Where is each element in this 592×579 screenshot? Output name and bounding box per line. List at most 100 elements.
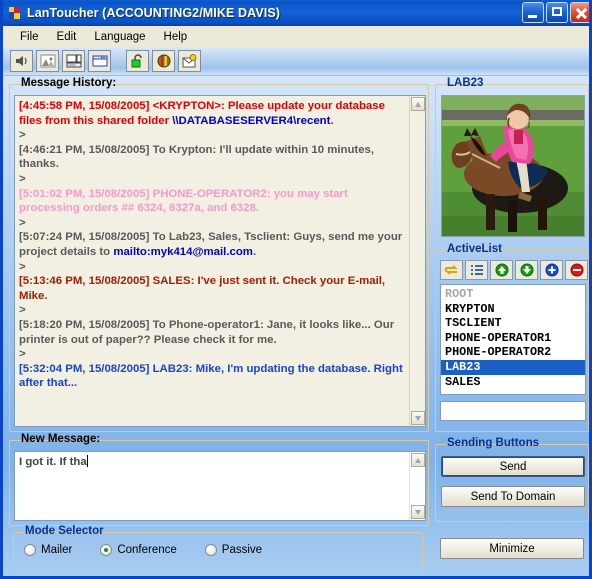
history-message-text: > bbox=[19, 172, 26, 185]
send-button[interactable]: Send bbox=[441, 456, 585, 477]
minimize-button[interactable]: Minimize bbox=[440, 538, 584, 559]
move-down-icon[interactable] bbox=[515, 260, 538, 280]
history-message-link[interactable]: mailto:myk414@mail.com bbox=[113, 246, 253, 258]
history-message: > bbox=[19, 128, 405, 143]
title-bar: LanToucher (ACCOUNTING2/MIKE DAVIS) bbox=[3, 0, 589, 26]
window-controls bbox=[522, 2, 589, 23]
open-padlock-icon[interactable] bbox=[126, 50, 149, 72]
menu-item-language[interactable]: Language bbox=[85, 29, 154, 45]
history-message-text: [5:32:04 PM, 15/08/2005] LAB23: Mike, I'… bbox=[19, 362, 403, 390]
remove-minus-icon[interactable] bbox=[565, 260, 588, 280]
new-message-input[interactable]: I got it. If tha bbox=[15, 452, 409, 520]
scroll-down-arrow-icon[interactable] bbox=[410, 411, 425, 425]
scroll-up-arrow-icon[interactable] bbox=[410, 97, 425, 111]
window-title: LanToucher (ACCOUNTING2/MIKE DAVIS) bbox=[27, 6, 281, 20]
active-list-item[interactable]: SALES bbox=[441, 375, 585, 390]
message-history-box[interactable]: [4:45:58 PM, 15/08/2005] <KRYPTON>: Plea… bbox=[14, 95, 426, 427]
history-message: > bbox=[19, 303, 405, 318]
active-list-item[interactable]: ROOT bbox=[441, 287, 585, 302]
new-message-label: New Message: bbox=[21, 433, 101, 445]
application-window: LanToucher (ACCOUNTING2/MIKE DAVIS) File… bbox=[0, 0, 592, 579]
history-message: [5:13:46 PM, 15/08/2005] SALES: I've jus… bbox=[19, 274, 405, 303]
history-message: [4:46:21 PM, 15/08/2005] To Krypton: I'l… bbox=[19, 143, 405, 172]
history-message: [5:18:20 PM, 15/08/2005] To Phone-operat… bbox=[19, 318, 405, 347]
menu-item-file[interactable]: File bbox=[11, 29, 48, 45]
send-button-label: Send bbox=[499, 460, 527, 473]
history-scrollbar[interactable] bbox=[409, 96, 425, 426]
active-list-item[interactable]: PHONE-OPERATOR1 bbox=[441, 331, 585, 346]
mail-envelope-icon[interactable] bbox=[178, 50, 201, 72]
send-to-domain-button[interactable]: Send To Domain bbox=[441, 486, 585, 507]
history-message-text: > bbox=[19, 304, 26, 317]
radio-label-mailer: Mailer bbox=[41, 544, 73, 556]
new-message-group: New Message: I got it. If tha bbox=[9, 433, 429, 526]
new-message-value: I got it. If tha bbox=[19, 456, 87, 468]
color-circle-icon[interactable] bbox=[152, 50, 175, 72]
history-message-text: [5:18:20 PM, 15/08/2005] To Phone-operat… bbox=[19, 318, 395, 346]
send-to-domain-button-label: Send To Domain bbox=[470, 490, 556, 503]
minimize-button-label: Minimize bbox=[489, 542, 535, 555]
history-message-text: [5:13:46 PM, 15/08/2005] SALES: I've jus… bbox=[19, 275, 386, 302]
maximize-icon[interactable] bbox=[546, 2, 568, 23]
active-list-input[interactable] bbox=[440, 401, 586, 421]
active-list-item[interactable]: LAB23 bbox=[441, 359, 585, 375]
sending-buttons-label: Sending Buttons bbox=[447, 437, 539, 449]
active-list-label: ActiveList bbox=[447, 243, 502, 255]
move-up-icon[interactable] bbox=[490, 260, 513, 280]
history-message-text: [5:01:02 PM, 15/08/2005] PHONE-OPERATOR2… bbox=[19, 187, 348, 215]
image-picture-icon[interactable] bbox=[36, 50, 59, 72]
history-message-text: > bbox=[19, 129, 26, 142]
list-view-icon[interactable] bbox=[465, 260, 488, 280]
new-message-box[interactable]: I got it. If tha bbox=[14, 451, 426, 521]
history-message: [4:45:58 PM, 15/08/2005] <KRYPTON>: Plea… bbox=[19, 99, 405, 128]
refresh-arrows-icon[interactable] bbox=[440, 260, 463, 280]
radio-dot-conference bbox=[100, 544, 113, 556]
mode-selector-radios: Mailer Conference Passive bbox=[24, 544, 262, 556]
avatar bbox=[441, 95, 585, 237]
message-history-group: Message History: [4:45:58 PM, 15/08/2005… bbox=[9, 77, 429, 432]
menu-item-help[interactable]: Help bbox=[155, 29, 197, 45]
speaker-sound-icon[interactable] bbox=[10, 50, 33, 72]
active-list-item[interactable]: TSCLIENT bbox=[441, 316, 585, 331]
active-list-item[interactable]: PHONE-OPERATOR2 bbox=[441, 345, 585, 360]
history-message-text: [4:46:21 PM, 15/08/2005] To Krypton: I'l… bbox=[19, 143, 375, 171]
contact-panel-group: LAB23 bbox=[435, 77, 589, 242]
computer-monitor-icon[interactable] bbox=[62, 50, 85, 72]
radio-label-passive: Passive bbox=[221, 544, 263, 556]
minimize-icon[interactable] bbox=[522, 2, 544, 23]
active-list-toolbar bbox=[440, 260, 588, 280]
active-list-item[interactable]: KRYPTON bbox=[441, 302, 585, 317]
history-message: > bbox=[19, 260, 405, 275]
history-message: [5:07:24 PM, 15/08/2005] To Lab23, Sales… bbox=[19, 230, 405, 259]
toolbar bbox=[3, 47, 589, 76]
history-message-text: . bbox=[330, 114, 334, 127]
radio-label-conference: Conference bbox=[117, 544, 177, 556]
window-icon[interactable] bbox=[88, 50, 111, 72]
scroll-up-arrow-icon[interactable] bbox=[410, 453, 425, 467]
history-message-text: . bbox=[252, 245, 257, 258]
radio-mode-conference[interactable]: Conference bbox=[100, 544, 177, 556]
text-caret bbox=[86, 455, 88, 467]
history-message: [5:32:04 PM, 15/08/2005] LAB23: Mike, I'… bbox=[19, 362, 405, 391]
new-message-scrollbar[interactable] bbox=[409, 452, 425, 520]
mode-selector-label: Mode Selector bbox=[25, 525, 104, 537]
history-message-text: > bbox=[19, 216, 26, 229]
history-message-text: > bbox=[19, 260, 26, 273]
history-message-link[interactable]: \\DATABASESERVER4\recent bbox=[172, 115, 330, 127]
active-list-box[interactable]: ROOT KRYPTON TSCLIENT PHONE-OPERATOR1 PHONE-… bbox=[440, 284, 586, 395]
add-plus-icon[interactable] bbox=[540, 260, 563, 280]
history-message: > bbox=[19, 216, 405, 231]
radio-mode-mailer[interactable]: Mailer bbox=[24, 544, 72, 556]
history-message: > bbox=[19, 347, 405, 362]
history-message: [5:01:02 PM, 15/08/2005] PHONE-OPERATOR2… bbox=[19, 187, 405, 216]
menu-item-edit[interactable]: Edit bbox=[48, 29, 86, 45]
history-message-text: > bbox=[19, 348, 26, 361]
radio-mode-passive[interactable]: Passive bbox=[204, 544, 263, 556]
sending-buttons-group: Sending Buttons Send Send To Domain bbox=[435, 437, 589, 522]
mode-selector-group: Mode Selector Mailer Conference Passive bbox=[13, 525, 423, 570]
radio-dot-mailer bbox=[24, 544, 36, 556]
close-icon[interactable] bbox=[570, 2, 589, 23]
radio-dot-passive bbox=[204, 544, 217, 556]
scroll-down-arrow-icon[interactable] bbox=[410, 505, 425, 519]
history-message: > bbox=[19, 172, 405, 187]
